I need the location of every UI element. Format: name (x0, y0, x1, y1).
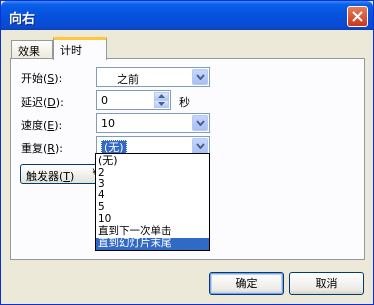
spin-down-icon[interactable] (154, 100, 169, 108)
speed-select[interactable]: 10 (96, 113, 210, 133)
chevron-down-icon[interactable] (192, 138, 208, 154)
dialog-window: 向右 效果 计时 开始(S): 之前 延迟(D): 0 秒 速度(E): 10 … (0, 0, 374, 305)
dropdown-option[interactable]: 10 (96, 214, 209, 225)
chevron-down-icon[interactable] (192, 69, 208, 85)
ok-button[interactable]: 确定 (209, 272, 284, 295)
close-button[interactable] (347, 6, 368, 27)
dropdown-option[interactable]: 4 (96, 190, 209, 201)
repeat-label: 重复(R): (21, 142, 63, 155)
dropdown-option[interactable]: (无) (96, 155, 209, 168)
dropdown-option[interactable]: 2 (96, 168, 209, 179)
start-select[interactable]: 之前 (96, 67, 210, 87)
tab-effect[interactable]: 效果 (11, 40, 53, 59)
cancel-button[interactable]: 取消 (289, 272, 364, 295)
dropdown-option[interactable]: 5 (96, 202, 209, 213)
delay-unit: 秒 (179, 96, 190, 109)
close-icon (352, 11, 363, 22)
speed-label: 速度(E): (21, 119, 63, 132)
start-label: 开始(S): (21, 72, 63, 85)
title-bar[interactable]: 向右 (1, 1, 373, 30)
delay-label: 延迟(D): (21, 96, 64, 109)
tab-timing[interactable]: 计时 (53, 37, 107, 60)
repeat-dropdown-list[interactable]: (无) 2 3 4 5 10 直到下一次单击 直到幻灯片末尾 (95, 153, 210, 251)
delay-spinner[interactable]: 0 (96, 90, 171, 110)
spin-up-icon[interactable] (154, 92, 169, 100)
chevron-down-icon[interactable] (192, 115, 208, 131)
trigger-button[interactable]: 触发器(T) ¥ (20, 164, 104, 184)
window-title: 向右 (9, 12, 36, 27)
dropdown-option[interactable]: 3 (96, 179, 209, 190)
dropdown-option-selected[interactable]: 直到幻灯片末尾 (96, 238, 209, 250)
